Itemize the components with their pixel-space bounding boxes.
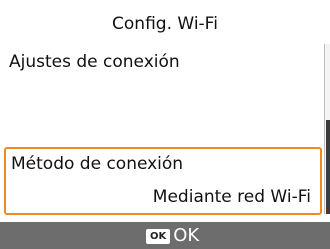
page-title: Config. Wi-Fi	[112, 14, 218, 34]
menu-item-label: Ajustes de conexión	[9, 52, 180, 72]
menu-item-connection-method[interactable]: Método de conexión Mediante red Wi-Fi	[4, 147, 322, 215]
wifi-settings-screen: Config. Wi-Fi Ajustes de conexión Método…	[0, 0, 330, 249]
ok-label: OK	[173, 225, 200, 246]
scroll-thumb[interactable]	[326, 120, 330, 214]
ok-button-icon: OK	[146, 228, 171, 244]
menu-item-label: Método de conexión	[11, 154, 184, 174]
scrollbar[interactable]	[324, 44, 330, 214]
ok-hint[interactable]: OK OK	[146, 225, 199, 247]
footer-bar: OK OK	[0, 222, 330, 249]
menu-item-connection-settings[interactable]: Ajustes de conexión	[0, 44, 318, 134]
menu-item-value: Mediante red Wi-Fi	[152, 187, 311, 207]
